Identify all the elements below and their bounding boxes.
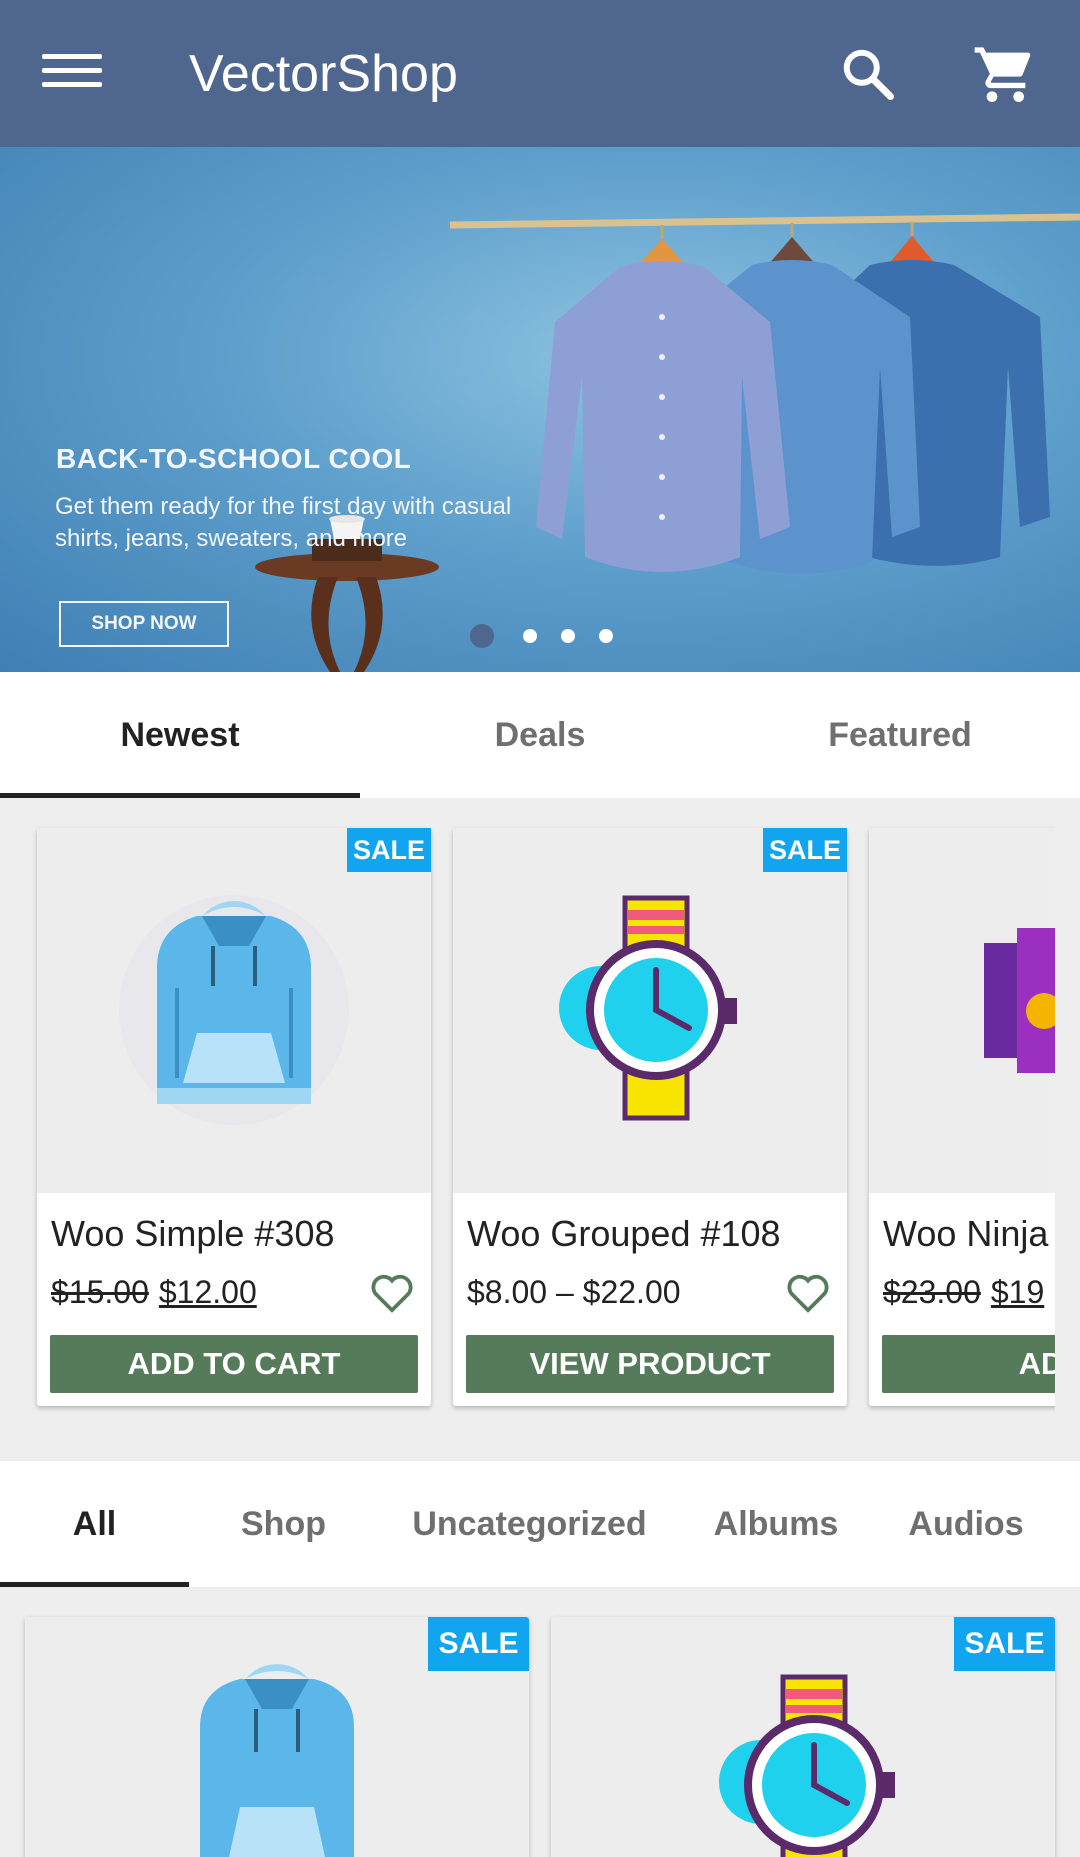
- old-price: $15.00: [51, 1274, 149, 1310]
- tab-uncategorized[interactable]: Uncategorized: [378, 1461, 681, 1587]
- tab-featured[interactable]: Featured: [720, 672, 1080, 798]
- shop-now-button[interactable]: SHOP NOW: [59, 601, 229, 647]
- product-name[interactable]: Woo Ninja: [883, 1213, 1048, 1255]
- product-price: $23.00 $19: [883, 1274, 1044, 1311]
- product-card[interactable]: SALE Woo Grouped #108 $8.00 – $22.00 VIE…: [453, 828, 847, 1406]
- cart-icon[interactable]: [972, 42, 1036, 106]
- watch-icon: [559, 895, 737, 1121]
- tab-newest[interactable]: Newest: [0, 672, 360, 798]
- tab-audios[interactable]: Audios: [871, 1461, 1061, 1587]
- wishlist-heart-icon[interactable]: [785, 1272, 831, 1314]
- album-icon: [984, 928, 1055, 1073]
- search-icon[interactable]: [838, 44, 898, 104]
- product-name[interactable]: Woo Grouped #108: [467, 1213, 781, 1255]
- product-grid: SALE SALE: [0, 1587, 1080, 1857]
- carousel-dot-4[interactable]: [599, 629, 613, 643]
- tab-deals[interactable]: Deals: [360, 672, 720, 798]
- product-card[interactable]: Woo Ninja $23.00$19 ADD T: [869, 828, 1055, 1406]
- old-price: $23.00: [883, 1274, 981, 1310]
- add-to-cart-button[interactable]: ADD TO CART: [50, 1335, 418, 1393]
- tab-shop[interactable]: Shop: [189, 1461, 378, 1587]
- sale-price: $19: [990, 1274, 1045, 1310]
- hoodie-icon: [119, 895, 349, 1125]
- grid-product-card[interactable]: SALE: [25, 1617, 529, 1857]
- product-image[interactable]: [453, 828, 847, 1193]
- product-price-range: $8.00 – $22.00: [467, 1274, 681, 1310]
- tab-albums[interactable]: Albums: [681, 1461, 871, 1587]
- section-tabs: Newest Deals Featured: [0, 672, 1080, 798]
- carousel-dot-1[interactable]: [470, 624, 494, 648]
- menu-icon[interactable]: [42, 48, 102, 98]
- product-image[interactable]: [869, 828, 1055, 1193]
- carousel-dot-3[interactable]: [561, 629, 575, 643]
- sale-badge: SALE: [428, 1617, 529, 1671]
- carousel-dot-2[interactable]: [523, 629, 537, 643]
- sale-badge: SALE: [763, 828, 847, 872]
- grid-product-card[interactable]: SALE: [551, 1617, 1055, 1857]
- product-card[interactable]: SALE Woo Simple #308 $15.00 $12.00 ADD TO…: [37, 828, 431, 1406]
- sale-badge: SALE: [347, 828, 431, 872]
- view-product-button[interactable]: VIEW PRODUCT: [466, 1335, 834, 1393]
- sale-badge: SALE: [954, 1617, 1055, 1671]
- product-price: $15.00 $12.00: [51, 1274, 257, 1311]
- add-to-cart-button[interactable]: ADD T: [882, 1335, 1055, 1393]
- app-title: VectorShop: [189, 45, 458, 103]
- app-bar: VectorShop: [0, 0, 1080, 147]
- promo-banner[interactable]: BACK-TO-SCHOOL COOL Get them ready for t…: [0, 147, 1080, 672]
- category-tabs: All Shop Uncategorized Albums Audios: [0, 1461, 1080, 1587]
- wishlist-heart-icon[interactable]: [369, 1272, 415, 1314]
- product-name[interactable]: Woo Simple #308: [51, 1213, 335, 1255]
- sale-price: $12.00: [158, 1274, 257, 1310]
- banner-subtitle: Get them ready for the first day with ca…: [55, 493, 512, 552]
- banner-headline: BACK-TO-SCHOOL COOL: [56, 443, 412, 474]
- tab-all[interactable]: All: [0, 1461, 189, 1587]
- product-carousel[interactable]: SALE Woo Simple #308 $15.00 $12.00 ADD TO…: [0, 798, 1055, 1458]
- product-image[interactable]: [37, 828, 431, 1193]
- shirts-illustration: [255, 213, 1080, 672]
